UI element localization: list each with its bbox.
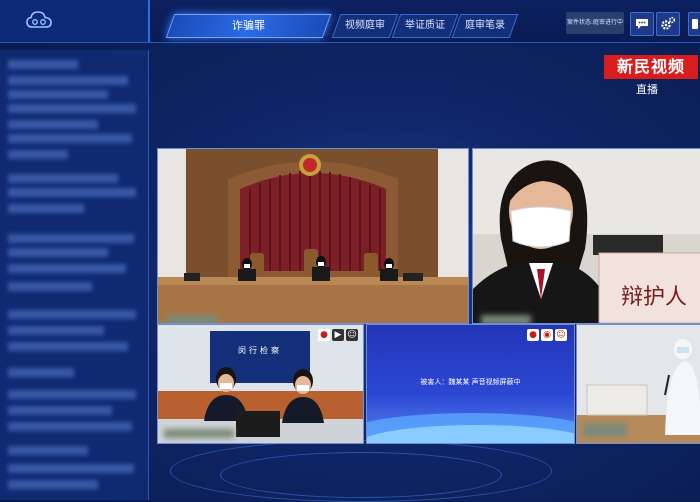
tab-video-trial-label: 视频庭审 xyxy=(345,20,385,31)
case-status-badge: 案件状态:庭审进行中 xyxy=(566,12,624,34)
xinmin-video-watermark: 新民视频 xyxy=(604,55,698,79)
tab-case-name-label: 诈骗罪 xyxy=(232,19,265,32)
mic-icon[interactable]: ● xyxy=(527,329,539,341)
defendant-video-panel[interactable]: 被害人：魏某某 声音视频屏蔽中 ● ◉ ☺ xyxy=(366,324,575,444)
defense-video-panel[interactable]: 辩护人 xyxy=(472,148,700,324)
detention-video-panel[interactable] xyxy=(576,324,700,444)
top-bar: 诈骗罪 视频庭审 举证质证 庭审笔录 案件状态:庭审进行中 xyxy=(0,0,700,43)
defendant-muted-caption: 被害人：魏某某 声音视频屏蔽中 xyxy=(420,378,521,386)
courtroom-video-panel[interactable] xyxy=(157,148,469,324)
cloud-logo-icon xyxy=(26,11,52,28)
decor-ring xyxy=(220,452,502,498)
user-icon[interactable]: ☺ xyxy=(555,329,567,341)
gear-icon[interactable] xyxy=(656,12,680,36)
video-icon[interactable]: ▶ xyxy=(332,329,344,341)
case-info-sidebar xyxy=(0,50,149,500)
tab-transcript-label: 庭审笔录 xyxy=(465,20,505,31)
blurred-name-tag xyxy=(583,423,627,437)
chat-icon[interactable] xyxy=(630,12,654,36)
prosecutor-scene xyxy=(158,325,363,443)
logo-area[interactable] xyxy=(0,0,150,42)
blurred-name-tag xyxy=(166,315,218,323)
defense-sign-label: 辩护人 xyxy=(621,285,688,310)
live-label: 直播 xyxy=(636,83,658,96)
more-icon[interactable] xyxy=(688,12,700,36)
courtroom-scene xyxy=(158,149,468,323)
prosecutor-sign: 闵行检察 xyxy=(238,346,282,355)
prosecutor-video-panel[interactable]: 闵行检察 ● ▶ ☺ xyxy=(157,324,364,444)
user-icon[interactable]: ☺ xyxy=(346,329,358,341)
video-icon[interactable]: ◉ xyxy=(541,329,553,341)
tab-evidence[interactable]: 举证质证 xyxy=(391,14,459,38)
tab-transcript[interactable]: 庭审笔录 xyxy=(451,14,519,38)
blurred-name-tag xyxy=(164,429,234,438)
blurred-name-tag xyxy=(481,315,531,323)
tab-video-trial[interactable]: 视频庭审 xyxy=(331,14,399,38)
tab-evidence-label: 举证质证 xyxy=(405,20,445,31)
mic-icon[interactable]: ● xyxy=(318,329,330,341)
tab-case-name[interactable]: 诈骗罪 xyxy=(165,14,332,38)
